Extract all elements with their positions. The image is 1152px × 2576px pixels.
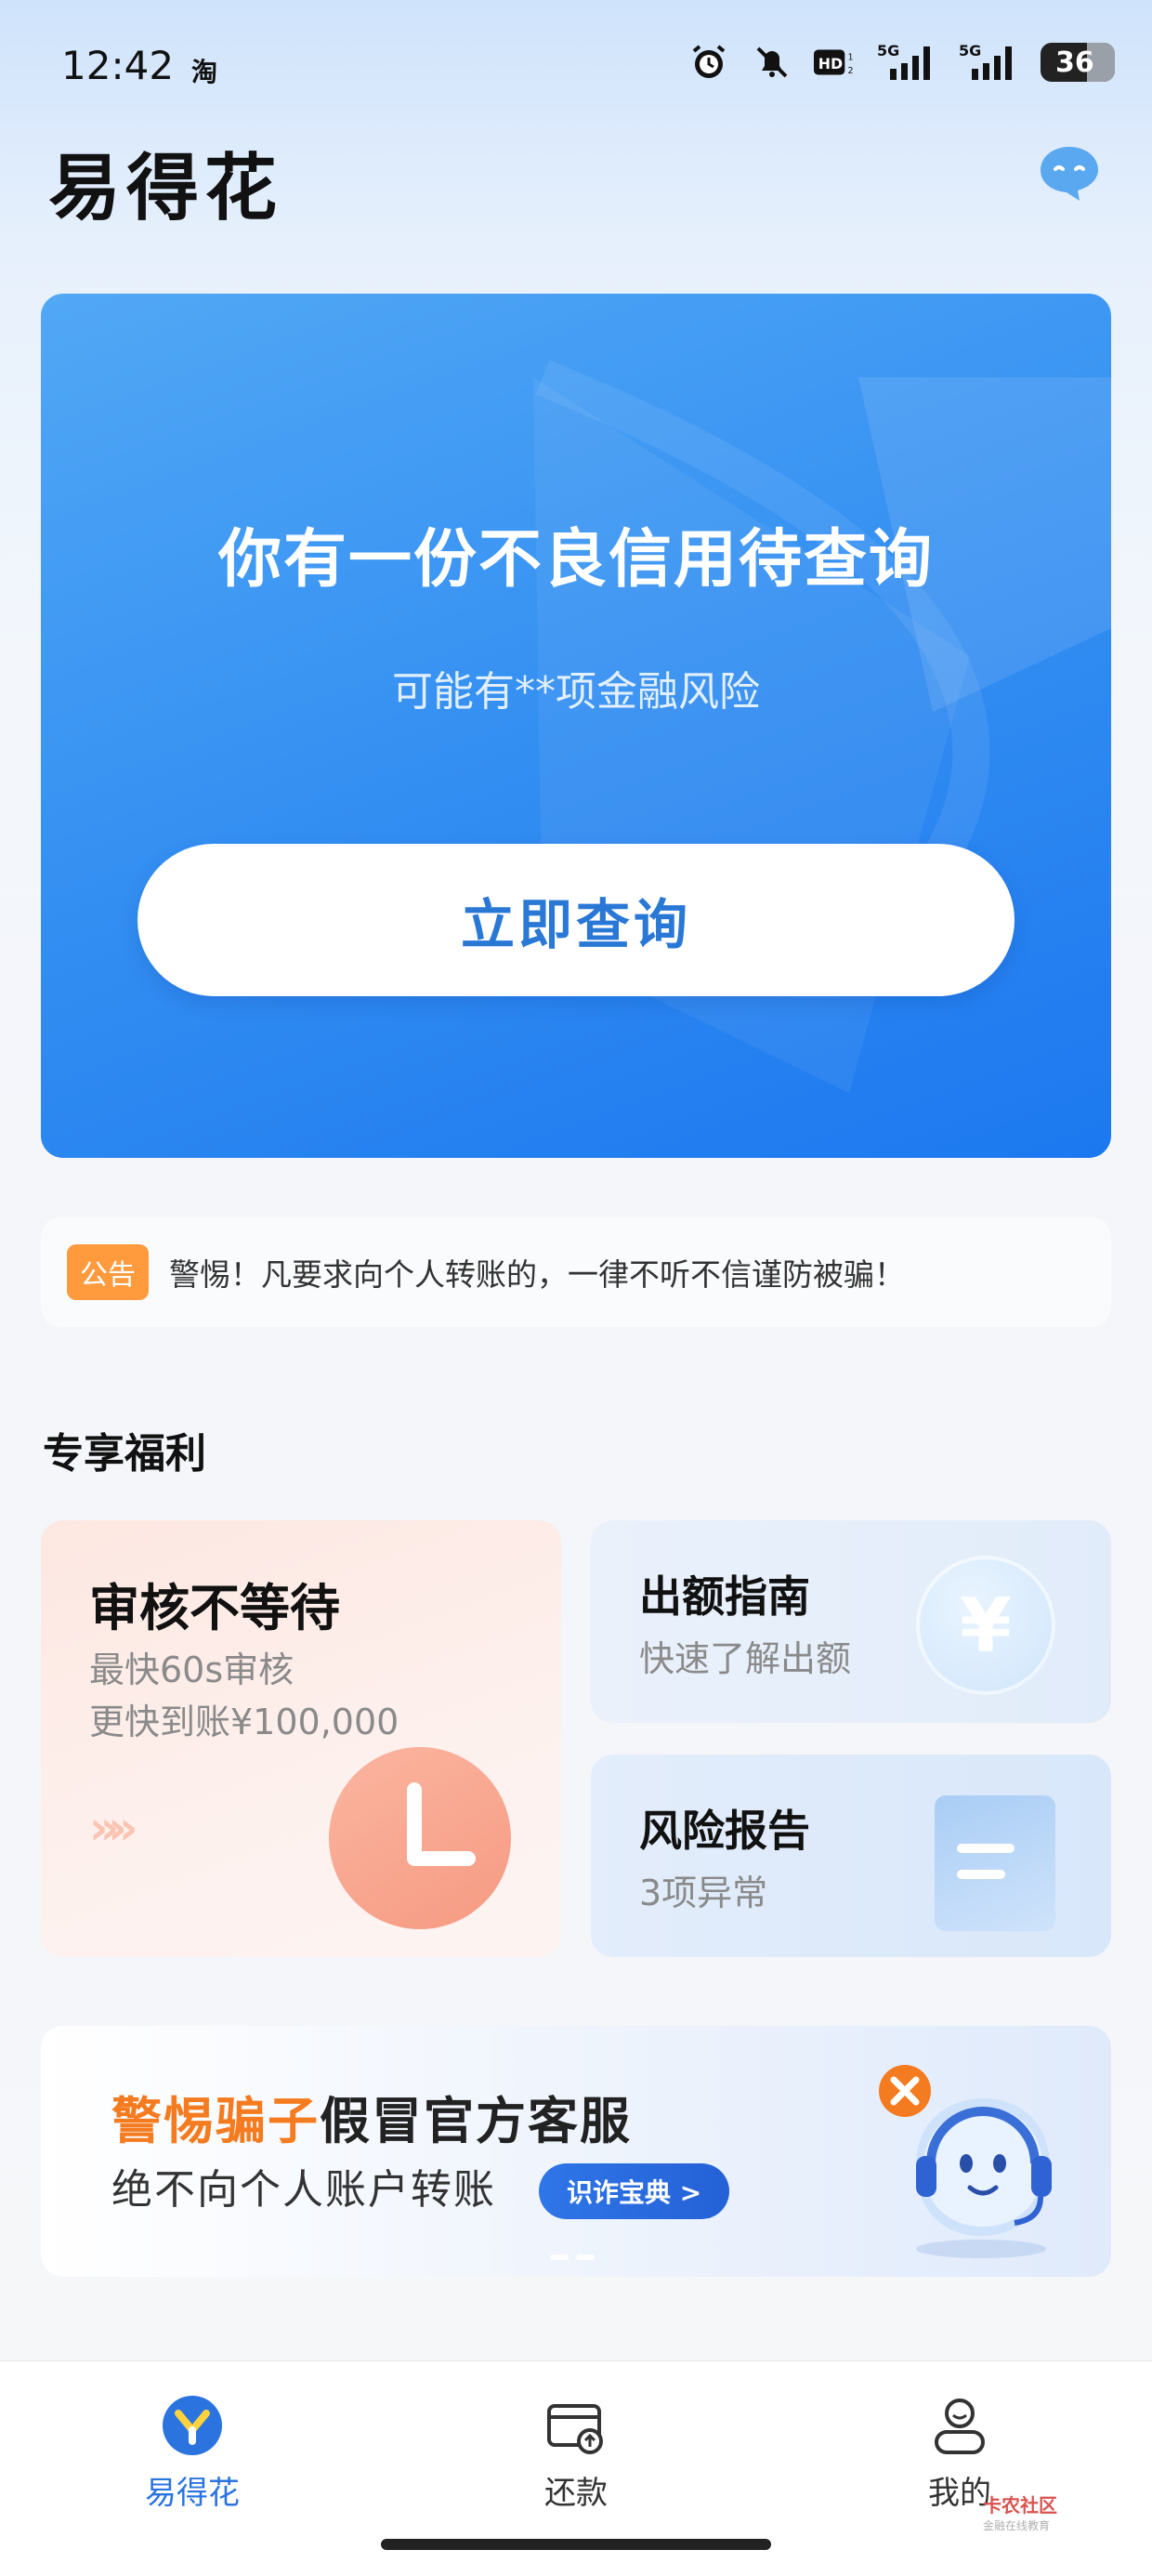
clock-icon	[329, 1747, 511, 1929]
svg-text:5G: 5G	[877, 42, 899, 59]
nav-tab-home[interactable]: 易得花	[99, 2393, 285, 2513]
nav-tab-repay[interactable]: 还款	[483, 2393, 669, 2513]
chevrons-icon: »»	[89, 1801, 137, 1855]
alarm-icon	[687, 41, 730, 84]
status-icons: HD 1 2 5G 5G 36	[687, 41, 1115, 84]
announcement-tag: 公告	[67, 1244, 149, 1300]
mute-bell-icon	[751, 41, 793, 84]
credit-query-hero-card: 你有一份不良信用待查询 可能有**项金融风险 立即查询	[41, 294, 1111, 1158]
credit-guide-subtitle: 快速了解出额	[639, 1638, 852, 1679]
robot-mascot-icon	[879, 2065, 1052, 2258]
nav-label-home: 易得花	[145, 2475, 240, 2512]
svg-text:2: 2	[847, 66, 853, 76]
report-document-icon	[935, 1795, 1055, 1931]
credit-guide-card[interactable]: 出额指南 快速了解出额 ¥	[591, 1520, 1111, 1723]
hd-icon: HD 1 2	[814, 41, 857, 84]
risk-report-card[interactable]: 风险报告 3项异常	[591, 1755, 1111, 1957]
fast-review-title: 审核不等待	[89, 1579, 340, 1637]
signal-5g-icon-2: 5G	[959, 41, 1020, 84]
fraud-guide-button[interactable]: 识诈宝典 >	[539, 2163, 730, 2219]
fast-review-line1: 最快60s审核	[89, 1649, 295, 1690]
svg-text:1: 1	[847, 53, 853, 63]
nav-label-repay: 还款	[544, 2475, 608, 2512]
status-bar: 12:42 淘 HD 1 2 5G 5G 36	[0, 0, 1152, 139]
announcement-text: 警惕！凡要求向个人转账的，一律不听不信谨防被骗！	[169, 1256, 905, 1293]
benefits-section-title: 专享福利	[43, 1430, 206, 1478]
credit-guide-title: 出额指南	[639, 1571, 810, 1622]
home-indicator-bar[interactable]	[381, 2539, 771, 2550]
fast-review-line2: 更快到账¥100,000	[89, 1702, 399, 1742]
risk-report-subtitle: 3项异常	[639, 1873, 768, 1913]
hero-title: 你有一份不良信用待查询	[217, 523, 934, 597]
hero-subtitle: 可能有**项金融风险	[392, 668, 760, 716]
battery-icon: 36	[1041, 43, 1115, 82]
watermark-text: 卡农社区	[983, 2494, 1057, 2517]
repay-card-icon	[543, 2393, 609, 2458]
banner-headline: 警惕骗子假冒官方客服	[111, 2080, 632, 2153]
app-title: 易得花	[48, 147, 283, 230]
svg-text:5G: 5G	[959, 42, 981, 59]
taobao-indicator: 淘	[191, 57, 218, 87]
banner-headline-rest: 假冒官方客服	[320, 2092, 632, 2150]
home-logo-icon	[160, 2393, 225, 2458]
watermark: 卡农社区金融在线教育	[983, 2491, 1057, 2533]
fast-review-card[interactable]: 审核不等待 最快60s审核 更快到账¥100,000 »»	[41, 1520, 561, 1957]
query-now-button[interactable]: 立即查询	[137, 844, 1015, 996]
watermark-sub: 金融在线教育	[983, 2519, 1051, 2532]
carousel-indicator	[550, 2254, 595, 2260]
hero-decoration	[533, 360, 1111, 1093]
risk-report-title: 风险报告	[639, 1806, 810, 1856]
announcement-bar[interactable]: 公告 警惕！凡要求向个人转账的，一律不听不信谨防被骗！	[41, 1217, 1111, 1327]
yen-icon: ¥	[916, 1556, 1055, 1695]
anti-fraud-banner[interactable]: 警惕骗子假冒官方客服 绝不向个人账户转账 识诈宝典 >	[41, 2026, 1111, 2277]
profile-icon	[927, 2393, 992, 2458]
banner-highlight: 警惕骗子	[111, 2092, 320, 2150]
customer-service-chat-icon[interactable]	[1037, 143, 1102, 203]
banner-subline: 绝不向个人账户转账	[111, 2166, 496, 2214]
signal-5g-icon: 5G	[877, 41, 938, 84]
svg-text:HD: HD	[818, 55, 843, 72]
status-time: 12:42	[61, 43, 175, 88]
